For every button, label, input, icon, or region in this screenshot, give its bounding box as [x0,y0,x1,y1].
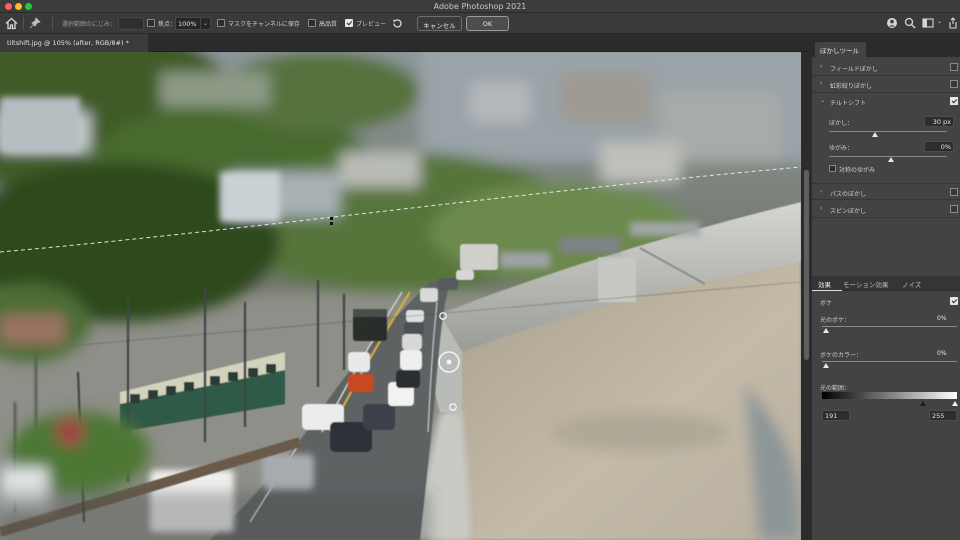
blur-slider-thumb[interactable] [872,132,878,137]
symmetric-distortion-label: 対称のゆがみ [839,167,876,174]
scrollbar-thumb[interactable] [804,170,809,360]
cancel-button[interactable]: キャンセル [417,16,462,31]
tab-motion-effects[interactable]: モーション効果 [843,279,888,289]
section-spin-blur[interactable]: › スピンぼかし [812,201,960,218]
title-bar: Adobe Photoshop 2021 [0,0,960,13]
tab-effects[interactable]: 効果 [818,279,831,289]
vertical-scrollbar[interactable] [801,52,812,540]
feather-label: 選択範囲のにじみ： [62,21,117,28]
effects-tab-bar: 効果 モーション効果 ノイズ [812,276,960,291]
chevron-right-icon[interactable]: › [820,188,822,195]
share-icon[interactable] [947,17,959,29]
blur-gallery-panel: ぼかしツール › フィールドぼかし › 虹彩絞りぼかし ⌄ チルトシフト ぼかし… [812,34,960,540]
light-range-max-thumb[interactable] [952,401,958,406]
feather-input[interactable] [118,17,144,30]
focus-label: 焦点： [158,21,177,28]
search-icon[interactable] [904,17,916,29]
high-quality-label: 高品質 [319,21,338,28]
tilt-shift-photo [0,52,801,540]
path-blur-checkbox[interactable] [950,188,958,196]
symmetric-distortion-checkbox[interactable] [829,165,836,172]
bokeh-color-slider-track[interactable] [822,361,957,362]
bokeh-color-slider-thumb[interactable] [823,363,829,368]
high-quality-checkbox[interactable] [308,19,316,27]
section-label: パスのぼかし [830,191,867,198]
tilt-shift-checkbox[interactable] [950,97,958,105]
section-label: チルトシフト [830,100,867,107]
document-tab-bar: tiltshift.jpg @ 105% (after, RGB/8#) * [0,34,812,52]
light-range-min-thumb[interactable] [920,401,926,406]
reset-pins-icon[interactable] [392,18,403,29]
chevron-down-icon[interactable]: ⌄ [201,17,211,30]
section-label: 虹彩絞りぼかし [830,83,873,90]
chevron-down-icon[interactable]: ⌄ [937,18,942,25]
light-range-label: 光の範囲： [820,385,851,392]
section-label: フィールドぼかし [830,66,878,73]
save-mask-label: マスクをチャンネルに保存 [228,21,300,28]
chevron-right-icon[interactable]: › [820,205,822,212]
distortion-value-field[interactable]: 0% [924,141,954,152]
image-canvas[interactable] [0,52,801,540]
distortion-slider-thumb[interactable] [888,157,894,162]
ok-button[interactable]: OK [466,16,509,31]
options-bar: 選択範囲のにじみ： 焦点： 100% ⌄ マスクをチャンネルに保存 高品質 プレ… [0,13,960,34]
bokeh-label: ボケ [820,300,833,307]
light-bokeh-slider-thumb[interactable] [823,328,829,333]
bokeh-checkbox[interactable] [950,297,958,305]
section-tilt-shift[interactable]: ⌄ チルトシフト [812,93,960,110]
preview-label: プレビュー [356,21,387,28]
app-title: Adobe Photoshop 2021 [433,2,527,11]
workspace-icon[interactable] [922,17,934,29]
spin-blur-checkbox[interactable] [950,205,958,213]
field-blur-checkbox[interactable] [950,63,958,71]
section-iris-blur[interactable]: › 虹彩絞りぼかし [812,76,960,93]
tab-blur-tools[interactable]: ぼかしツール [815,42,866,57]
document-tab[interactable]: tiltshift.jpg @ 105% (after, RGB/8#) * [0,34,148,52]
light-range-min-field[interactable]: 191 [822,410,850,421]
blur-label: ぼかし： [829,120,854,127]
separator [23,17,24,30]
blur-value-field[interactable]: 30 px [924,116,954,127]
focus-input[interactable]: 100% [175,17,201,30]
save-mask-checkbox[interactable] [217,19,225,27]
blur-slider-track[interactable] [829,131,947,132]
section-field-blur[interactable]: › フィールドぼかし [812,59,960,76]
distortion-label: ゆがみ： [829,145,854,152]
focus-checkbox[interactable] [147,19,155,27]
preview-checkbox[interactable] [345,19,353,27]
active-tab-indicator [812,290,842,291]
light-bokeh-slider-track[interactable] [822,326,957,327]
home-icon[interactable] [4,16,19,31]
light-bokeh-value[interactable]: 0% [937,315,947,322]
panel-tab-strip: ぼかしツール [812,34,960,57]
pin-tool-icon[interactable] [29,17,41,29]
chevron-right-icon[interactable]: › [820,80,822,87]
section-path-blur[interactable]: › パスのぼかし [812,183,960,200]
light-range-max-field[interactable]: 255 [929,410,957,421]
iris-blur-checkbox[interactable] [950,80,958,88]
bokeh-color-label: ボケのカラー： [820,352,863,359]
learn-icon[interactable] [886,17,898,29]
section-label: スピンぼかし [830,208,867,215]
light-range-gradient [822,392,957,399]
light-bokeh-label: 光のボケ： [820,317,851,324]
bokeh-color-value[interactable]: 0% [937,350,947,357]
chevron-right-icon[interactable]: › [820,63,822,70]
separator [52,17,53,30]
tab-noise[interactable]: ノイズ [902,279,921,289]
chevron-down-icon[interactable]: ⌄ [820,97,825,104]
